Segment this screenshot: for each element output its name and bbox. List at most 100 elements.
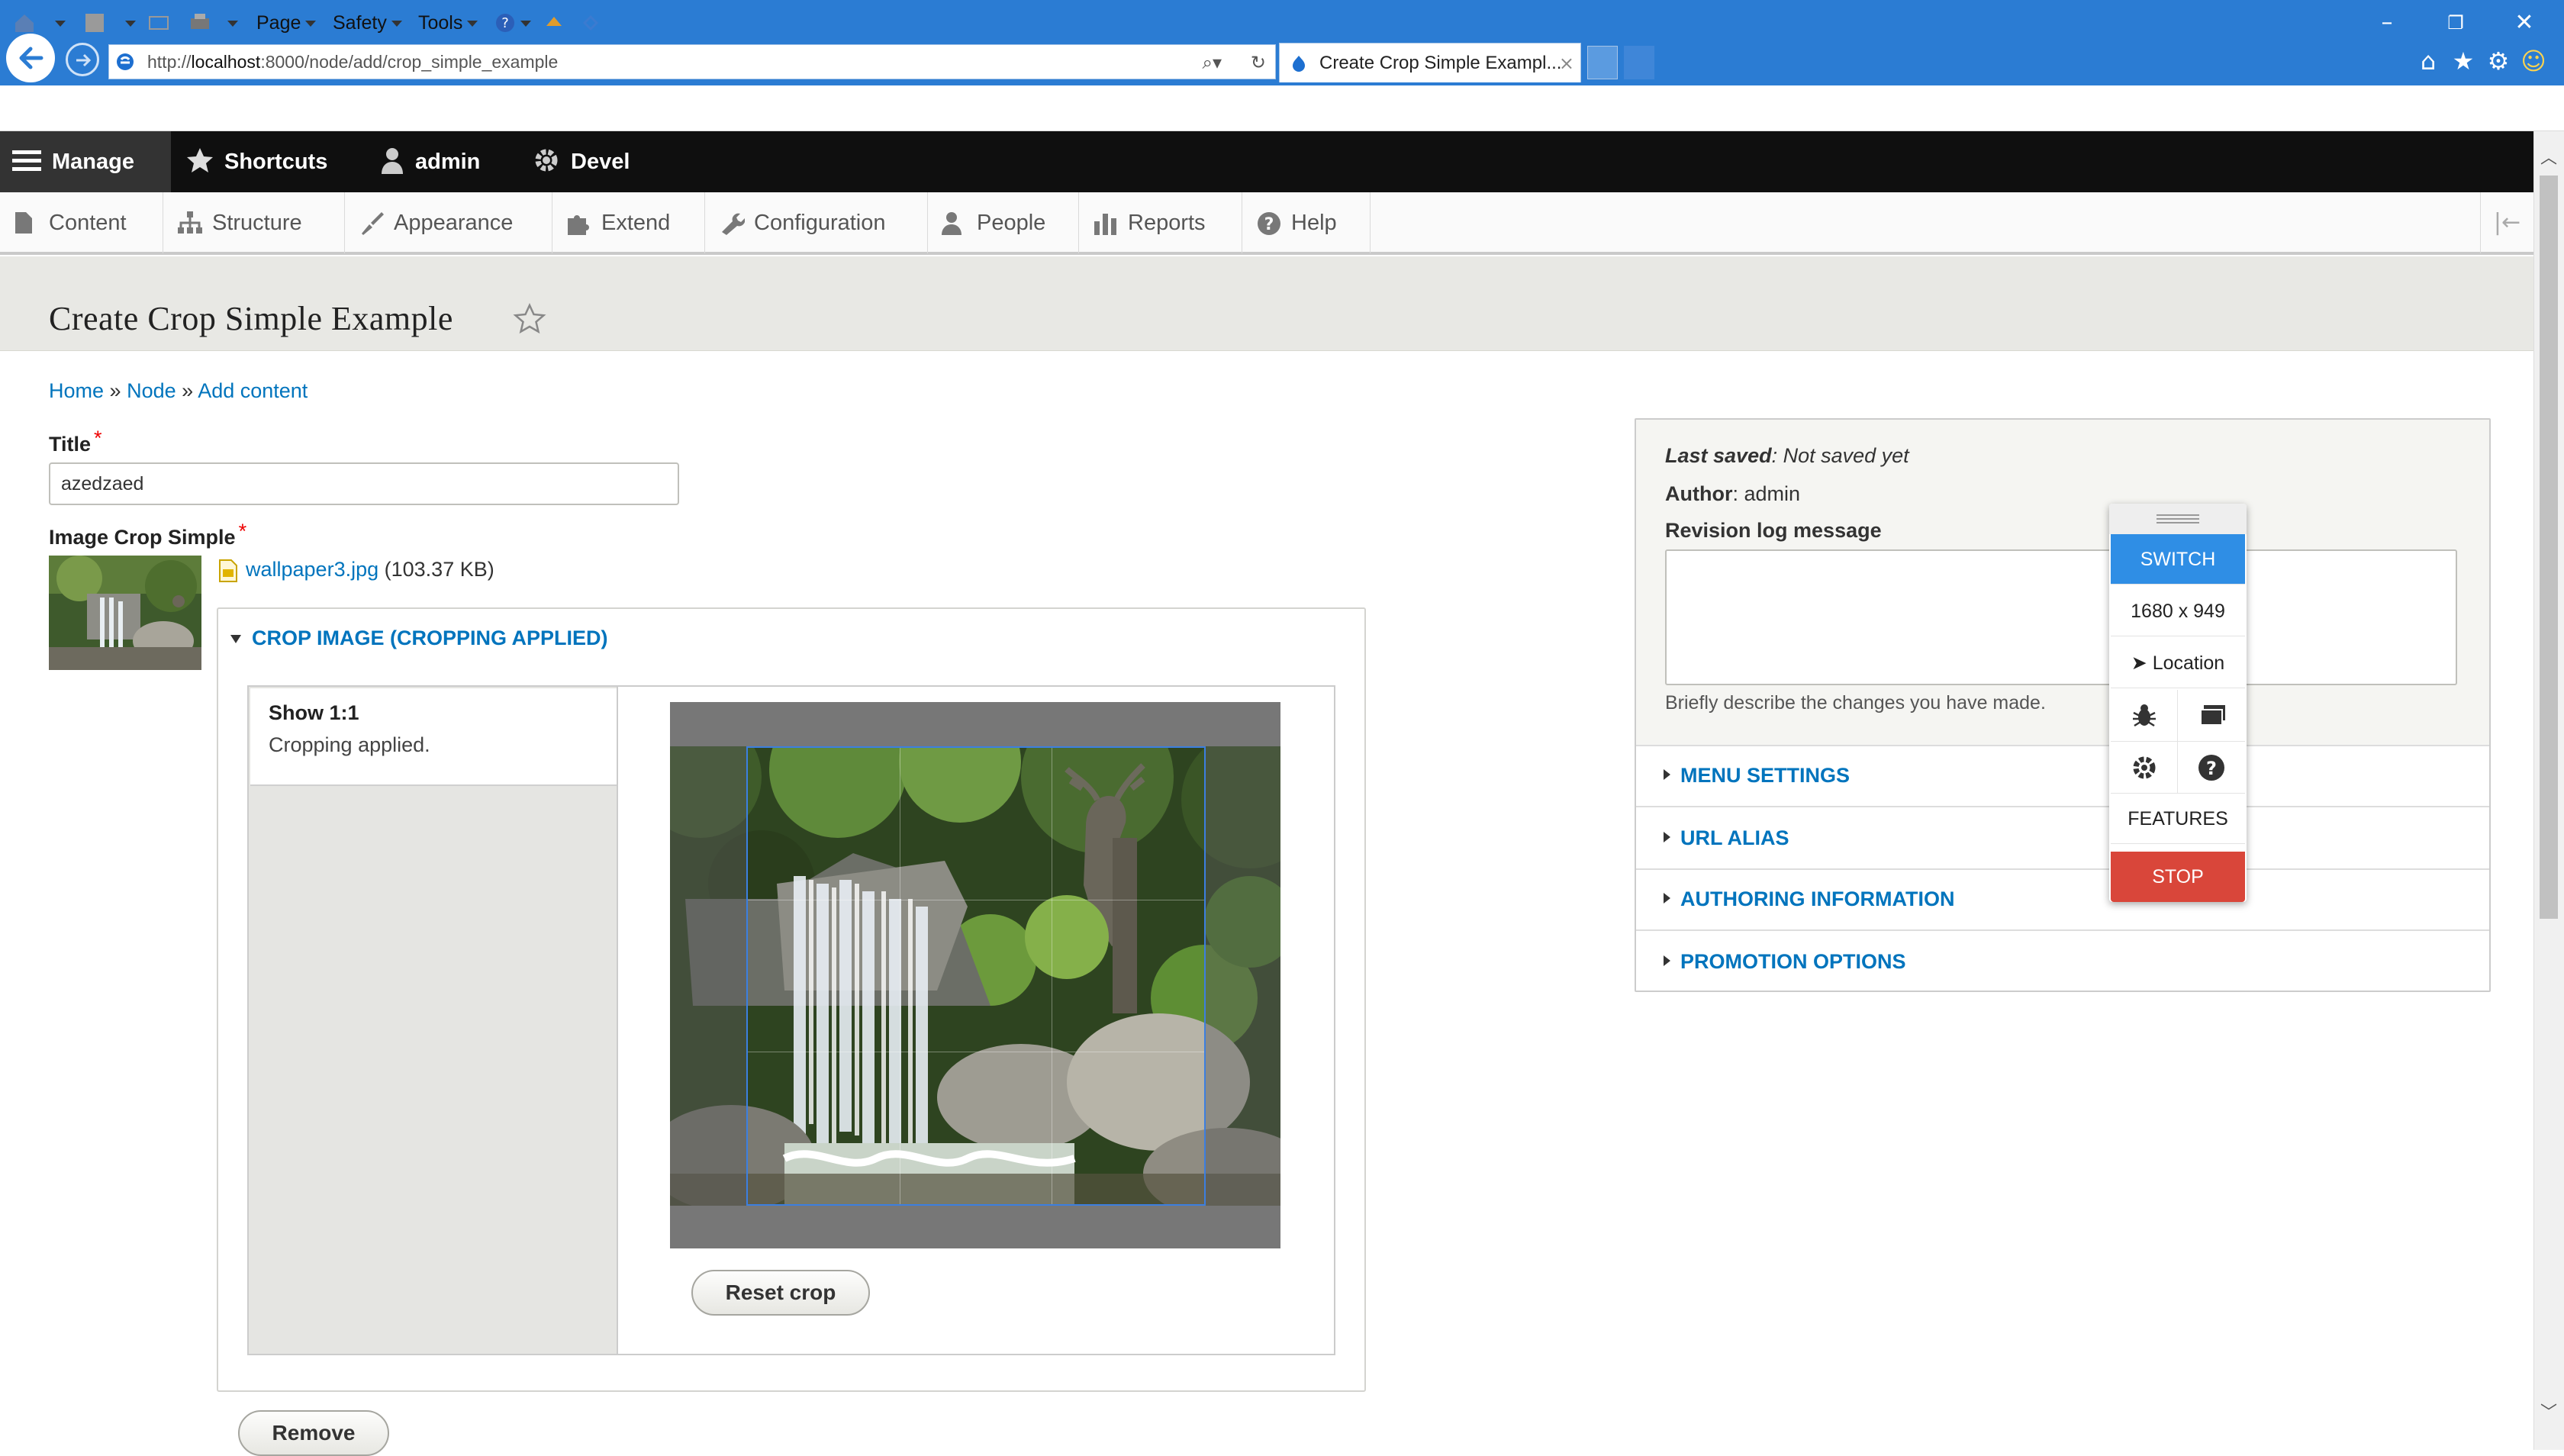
sitemap-icon bbox=[178, 211, 202, 234]
toolbar-devel-label: Devel bbox=[571, 150, 630, 174]
triangle-right-icon bbox=[1664, 955, 1670, 966]
tab-title: Create Crop Simple Exampl... bbox=[1319, 53, 1562, 73]
feeds-dropdown[interactable] bbox=[121, 11, 136, 35]
revision-log-textarea[interactable] bbox=[1665, 549, 2457, 685]
svg-text:?: ? bbox=[2206, 758, 2217, 779]
help-dropdown[interactable] bbox=[516, 11, 531, 35]
triangle-right-icon bbox=[1664, 832, 1670, 842]
triangle-right-icon bbox=[1664, 893, 1670, 904]
tray-item-content[interactable]: Content bbox=[0, 192, 163, 253]
breadcrumb-node[interactable]: Node bbox=[127, 379, 176, 402]
back-button[interactable] bbox=[6, 34, 55, 82]
crop-shade-left bbox=[670, 746, 746, 1206]
triangle-right-icon bbox=[1664, 769, 1670, 780]
toolbar-manage-label: Manage bbox=[52, 150, 134, 174]
svg-text:?: ? bbox=[501, 15, 509, 31]
home-dropdown[interactable] bbox=[50, 11, 66, 35]
tools-gear-icon[interactable]: ⚙ bbox=[2482, 44, 2515, 78]
url-alias-toggle[interactable]: URL ALIAS bbox=[1680, 824, 1789, 852]
developer-tools-icon[interactable] bbox=[578, 11, 603, 35]
remove-button[interactable]: Remove bbox=[238, 1410, 389, 1456]
toolbar-shortcuts[interactable]: Shortcuts bbox=[186, 131, 327, 192]
help-circle-icon[interactable]: ? bbox=[2178, 742, 2245, 794]
toolbar-shortcuts-label: Shortcuts bbox=[224, 150, 328, 174]
document-icon bbox=[15, 212, 32, 234]
arrow-right-icon bbox=[76, 53, 92, 67]
scroll-up-icon[interactable]: ︿ bbox=[2540, 150, 2558, 168]
author: Author: admin bbox=[1665, 482, 1801, 505]
toolbar-user[interactable]: admin bbox=[380, 131, 480, 192]
home-page-icon[interactable] bbox=[12, 11, 37, 35]
tray-orientation-toggle-icon[interactable]: |← bbox=[2480, 192, 2533, 253]
forward-button[interactable] bbox=[66, 43, 99, 76]
windows-stack-icon[interactable] bbox=[2178, 690, 2245, 742]
addon-icon[interactable] bbox=[542, 11, 566, 35]
search-icon[interactable]: ⌕▾ bbox=[1203, 50, 1222, 76]
page-menu[interactable]: Page bbox=[256, 11, 317, 35]
address-bar[interactable]: http://localhost:8000/node/add/crop_simp… bbox=[108, 44, 1276, 79]
revision-log-label: Revision log message bbox=[1665, 519, 1882, 542]
home-icon[interactable]: ⌂ bbox=[2411, 44, 2445, 78]
tab-close-icon[interactable]: × bbox=[1559, 43, 1574, 83]
puzzle-icon bbox=[568, 215, 589, 235]
toolbar-devel[interactable]: Devel bbox=[533, 131, 630, 192]
favorites-star-icon[interactable]: ★ bbox=[2446, 44, 2480, 78]
resolution-display: 1680 x 949 bbox=[2111, 586, 2245, 636]
command-bar bbox=[0, 85, 2564, 131]
features-button[interactable]: FEATURES bbox=[2111, 794, 2245, 844]
bug-icon[interactable] bbox=[2111, 690, 2178, 742]
refresh-icon[interactable]: ↻ bbox=[1251, 50, 1266, 76]
breadcrumb-home[interactable]: Home bbox=[49, 379, 104, 402]
file-link[interactable]: wallpaper3.jpg bbox=[246, 558, 378, 581]
switch-button[interactable]: SWITCH bbox=[2111, 534, 2245, 585]
crop-selection-box[interactable] bbox=[746, 746, 1206, 1206]
shortcut-star-icon[interactable] bbox=[513, 302, 546, 336]
print-icon[interactable] bbox=[188, 11, 212, 35]
reset-crop-button[interactable]: Reset crop bbox=[691, 1270, 870, 1316]
close-window-button[interactable]: ✕ bbox=[2500, 6, 2549, 40]
breadcrumb: Home » Node » Add content bbox=[49, 378, 308, 403]
tray-item-extend[interactable]: Extend bbox=[552, 192, 705, 253]
settings-gear-icon[interactable] bbox=[2111, 742, 2178, 794]
tray-item-people[interactable]: People bbox=[928, 192, 1079, 253]
authoring-information-toggle[interactable]: AUTHORING INFORMATION bbox=[1680, 885, 1954, 913]
breadcrumb-add-content[interactable]: Add content bbox=[198, 379, 308, 402]
location-arrow-icon: ➤ bbox=[2131, 652, 2153, 674]
new-tab-button[interactable] bbox=[1587, 46, 1618, 79]
tray-item-structure[interactable]: Structure bbox=[163, 192, 345, 253]
location-button[interactable]: ➤ Location bbox=[2111, 638, 2245, 688]
tray-item-help[interactable]: ? Help bbox=[1242, 192, 1371, 253]
edge-tab-icon[interactable] bbox=[1624, 46, 1654, 79]
safety-menu[interactable]: Safety bbox=[333, 11, 402, 35]
restore-button[interactable]: ❐ bbox=[2431, 6, 2480, 40]
vertical-tab-title: Show 1:1 bbox=[269, 701, 359, 724]
last-saved: Last saved: Not saved yet bbox=[1665, 444, 1909, 467]
stop-button[interactable]: STOP bbox=[2111, 852, 2245, 902]
browser-tab[interactable]: Create Crop Simple Exampl... × bbox=[1279, 43, 1581, 82]
tray-item-reports[interactable]: Reports bbox=[1079, 192, 1242, 253]
mail-icon[interactable] bbox=[147, 11, 171, 35]
toolbar-manage[interactable]: Manage bbox=[12, 131, 134, 192]
gear-icon bbox=[535, 149, 558, 172]
tray-item-configuration[interactable]: Configuration bbox=[705, 192, 928, 253]
smiley-feedback-icon[interactable]: ☺ bbox=[2517, 44, 2550, 78]
drag-handle-icon[interactable] bbox=[2109, 504, 2247, 534]
feeds-icon[interactable] bbox=[82, 11, 107, 35]
tools-menu[interactable]: Tools bbox=[418, 11, 478, 35]
toolbar-user-label: admin bbox=[415, 150, 481, 174]
scrollbar-thumb[interactable] bbox=[2540, 176, 2558, 919]
promotion-options-toggle[interactable]: PROMOTION OPTIONS bbox=[1680, 948, 1906, 975]
minimize-button[interactable]: – bbox=[2363, 6, 2411, 40]
image-field-label: Image Crop Simple * bbox=[49, 520, 247, 549]
tray-item-appearance[interactable]: Appearance bbox=[345, 192, 552, 253]
crop-shade-right bbox=[1206, 746, 1280, 1206]
arrow-left-icon bbox=[19, 47, 43, 69]
image-thumbnail bbox=[49, 556, 201, 670]
people-icon bbox=[942, 212, 961, 235]
print-dropdown[interactable] bbox=[223, 11, 238, 35]
menu-settings-toggle[interactable]: MENU SETTINGS bbox=[1680, 762, 1850, 789]
scroll-down-icon[interactable]: ﹀ bbox=[2540, 1404, 2558, 1422]
crop-details-summary[interactable]: CROP IMAGE (CROPPING APPLIED) bbox=[230, 624, 608, 652]
help-icon[interactable]: ? bbox=[493, 11, 517, 35]
title-input[interactable]: azedzaed bbox=[49, 462, 679, 505]
